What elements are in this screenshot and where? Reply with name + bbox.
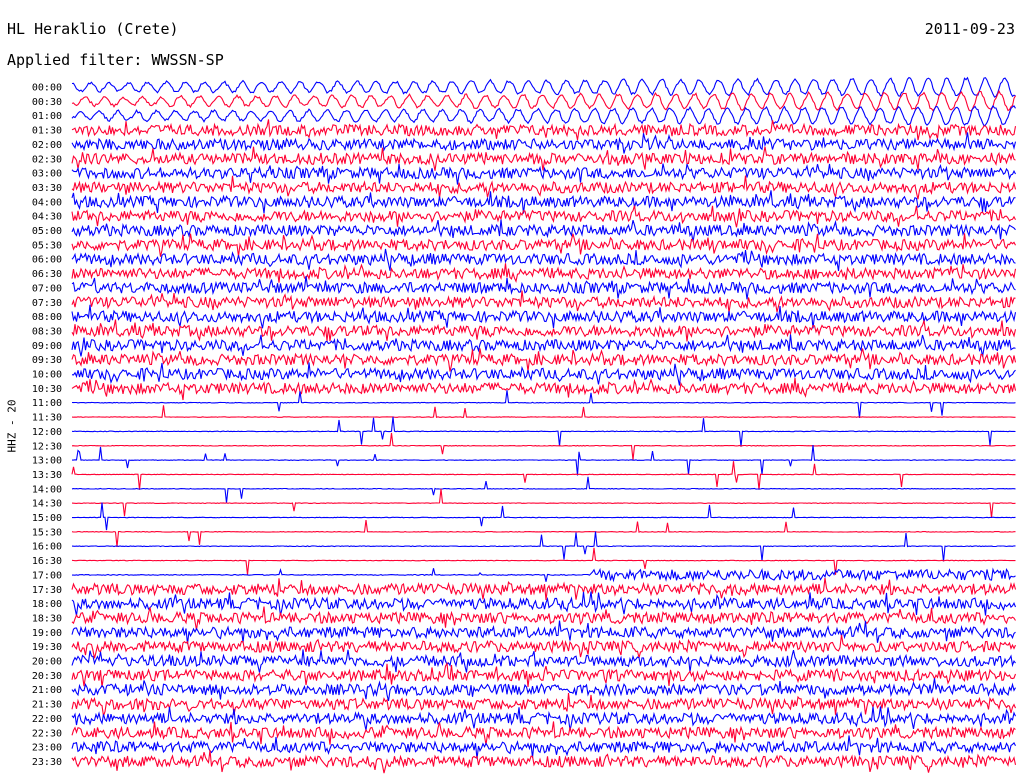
trace-line <box>71 362 1016 386</box>
trace-line <box>71 89 1016 112</box>
trace-line <box>71 706 1016 731</box>
trace-line <box>71 205 1016 228</box>
time-label: 23:00 <box>32 743 62 754</box>
time-label: 00:00 <box>32 83 62 94</box>
time-label: 08:00 <box>32 312 62 323</box>
time-label: 16:00 <box>32 542 62 553</box>
time-label: 02:00 <box>32 140 62 151</box>
time-label: 07:00 <box>32 283 62 294</box>
time-label: 13:30 <box>32 470 62 481</box>
trace-line <box>71 76 1016 98</box>
time-label: 12:00 <box>32 427 62 438</box>
trace-line <box>71 334 1016 357</box>
time-label: 20:30 <box>32 671 62 682</box>
time-label: 14:30 <box>32 499 62 510</box>
time-label: 18:00 <box>32 599 62 610</box>
time-label: 18:30 <box>32 613 62 624</box>
time-label: 20:00 <box>32 657 62 668</box>
trace-line <box>71 591 1017 616</box>
time-label: 10:00 <box>32 370 62 381</box>
trace-line <box>71 531 1016 562</box>
time-label: 19:00 <box>32 628 62 639</box>
trace-line <box>71 390 1016 418</box>
time-label: 04:30 <box>32 212 62 223</box>
time-label: 09:30 <box>32 355 62 366</box>
trace-line <box>71 276 1016 300</box>
trace-line <box>71 476 1016 504</box>
time-label: 08:30 <box>32 326 62 337</box>
time-label: 06:30 <box>32 269 62 280</box>
trace-line <box>71 416 1016 447</box>
time-label: 11:00 <box>32 398 62 409</box>
time-label: 21:30 <box>32 700 62 711</box>
trace-line <box>71 749 1017 774</box>
time-label: 03:00 <box>32 169 62 180</box>
trace-line <box>71 248 1016 271</box>
trace-line <box>71 461 1016 490</box>
trace-line <box>71 502 1016 531</box>
trace-line <box>71 735 1016 759</box>
time-label: 14:00 <box>32 484 62 495</box>
trace-line <box>71 290 1016 313</box>
trace-line <box>71 190 1016 214</box>
trace-line <box>71 233 1016 257</box>
time-label: 21:00 <box>32 685 62 696</box>
time-label: 01:30 <box>32 126 62 137</box>
trace-line <box>71 488 1016 518</box>
time-label: 02:30 <box>32 154 62 165</box>
trace-line <box>71 661 1017 688</box>
time-label: 13:00 <box>32 456 62 467</box>
trace-line <box>71 146 1016 171</box>
time-label: 11:30 <box>32 413 62 424</box>
time-label: 10:30 <box>32 384 62 395</box>
time-label: 19:30 <box>32 642 62 653</box>
trace-line <box>71 634 1017 659</box>
trace-line <box>71 577 1017 601</box>
time-label: 17:30 <box>32 585 62 596</box>
trace-line <box>71 721 1016 745</box>
time-label: 15:30 <box>32 527 62 538</box>
trace-line <box>71 405 1016 419</box>
trace-line <box>71 520 1016 548</box>
trace-line <box>71 649 1016 673</box>
time-label: 17:00 <box>32 570 62 581</box>
time-label: 09:00 <box>32 341 62 352</box>
trace-line <box>71 432 1016 461</box>
time-label: 01:00 <box>32 111 62 122</box>
trace-line <box>72 445 1016 476</box>
time-label: 05:00 <box>32 226 62 237</box>
helicorder-plot: 00:00 00:30 01:00 01:30 02:00 02:30 03:00 03:30… <box>32 76 1017 774</box>
trace-line <box>71 606 1016 631</box>
trace-line <box>71 547 1016 575</box>
trace-line <box>71 219 1016 242</box>
trace-line <box>72 567 1016 583</box>
time-label: 00:30 <box>32 97 62 108</box>
time-label: 06:00 <box>32 255 62 266</box>
time-label: 16:30 <box>32 556 62 567</box>
trace-line <box>71 348 1017 372</box>
time-label: 23:30 <box>32 757 62 768</box>
time-label: 04:00 <box>32 197 62 208</box>
time-label: 03:30 <box>32 183 62 194</box>
trace-line <box>71 620 1016 645</box>
time-label: 22:00 <box>32 714 62 725</box>
time-label: 05:30 <box>32 240 62 251</box>
time-label: 12:30 <box>32 441 62 452</box>
time-label: 07:30 <box>32 298 62 309</box>
trace-line <box>71 119 1017 141</box>
trace-line <box>71 378 1017 401</box>
time-label: 22:30 <box>32 728 62 739</box>
time-label: 15:00 <box>32 513 62 524</box>
trace-line <box>71 263 1017 284</box>
trace-line <box>71 175 1017 200</box>
trace-line <box>71 319 1017 342</box>
